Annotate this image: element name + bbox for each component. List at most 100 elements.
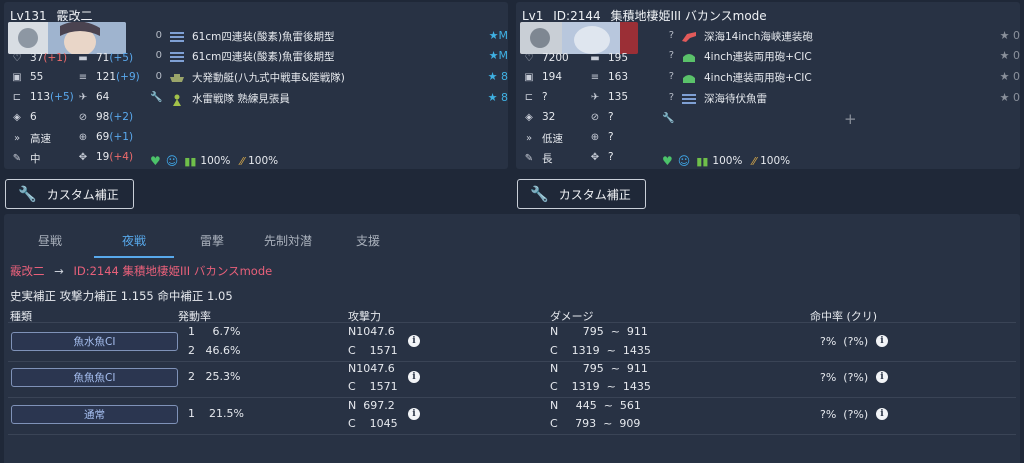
- active-tab-indicator: [94, 256, 174, 258]
- equipment-item[interactable]: 4inch連装両用砲+CIC: [682, 49, 812, 64]
- tab-support[interactable]: 支援: [328, 232, 408, 249]
- stat-value: 6: [30, 111, 37, 123]
- attacker-name: 霰改二: [56, 9, 93, 23]
- stat-evasion: ⊏?: [522, 91, 548, 103]
- tab-night-battle[interactable]: 夜戦: [94, 232, 174, 249]
- stat-modifier: (+2): [109, 111, 134, 123]
- rate-value: 2 25.3%: [188, 370, 241, 383]
- stat-modifier: (+4): [109, 151, 134, 163]
- attack-type-button[interactable]: 魚魚魚CI: [11, 368, 178, 387]
- heart-icon: ♥: [662, 154, 673, 168]
- attacker-level: Lv131: [10, 9, 47, 23]
- ammo-value: 100%: [760, 155, 791, 167]
- stat-los: ⊕?: [588, 131, 614, 143]
- defender-name: 集積地棲姫III バカンスmode: [610, 9, 767, 23]
- equipment-name: 深海14inch海峡連装砲: [704, 31, 813, 43]
- hit-value: ?% (?%): [820, 408, 869, 421]
- equipment-name: 4inch連装両用砲+CIC: [704, 72, 812, 84]
- stat-speed: » 高速: [10, 131, 51, 146]
- equipment-item[interactable]: 61cm四連装(酸素)魚雷後期型: [170, 49, 335, 64]
- defender-panel: Lv1 ID:2144 集積地棲姫III バカンスmode ♡ 7200 ▬ 195 ▣…: [516, 2, 1020, 169]
- stat-value: ?: [608, 111, 614, 123]
- tab-day-battle[interactable]: 昼戦: [10, 232, 90, 249]
- wrench-icon: 🔧: [530, 185, 549, 203]
- stat-value: 55: [30, 71, 44, 83]
- add-slot-icon[interactable]: +: [844, 110, 857, 128]
- slot-count: ?: [668, 92, 674, 103]
- arrow-icon: →: [54, 264, 64, 278]
- slot-count: ?: [668, 50, 674, 61]
- stat-hp: ♡ 7200: [522, 52, 569, 64]
- stat-torpedo: ≡ 121 (+9): [76, 71, 140, 83]
- equipment-item[interactable]: 深海14inch海峡連装砲: [682, 29, 813, 44]
- info-icon[interactable]: i: [876, 335, 888, 347]
- large-gun-icon: [682, 31, 696, 42]
- damage-value: C 1319 ~ 1435: [550, 344, 651, 357]
- info-icon[interactable]: i: [408, 335, 420, 347]
- defender-id: ID:2144: [553, 9, 601, 23]
- proficiency-stars: ★ 8: [487, 70, 508, 83]
- stat-range: ✎ 長: [522, 151, 553, 166]
- power-value: C 1045: [348, 417, 398, 430]
- attack-type-button[interactable]: 通常: [11, 405, 178, 424]
- stat-luck: ✥ 19 (+4): [76, 151, 133, 163]
- stat-modifier: (+5): [50, 91, 74, 103]
- custom-correction-label: カスタム補正: [558, 187, 631, 202]
- equipment-item[interactable]: 深海待伏魚雷: [682, 91, 767, 106]
- rate-value: 2 46.6%: [188, 344, 241, 357]
- torpedo-equip-icon: [170, 31, 184, 42]
- proficiency-stars: ★M: [488, 49, 508, 62]
- defender-portrait[interactable]: [520, 22, 638, 54]
- matchup-defender: ID:2144 集積地棲姫III バカンスmode: [73, 264, 273, 278]
- proficiency-stars: ★ 0: [999, 29, 1020, 42]
- wrench-icon: 🔧: [662, 113, 675, 124]
- slot-count: ?: [668, 71, 674, 82]
- stat-value: 32: [542, 111, 556, 123]
- attack-type-button[interactable]: 魚水魚CI: [11, 332, 178, 351]
- torpedo-icon: ≡: [78, 71, 88, 83]
- proficiency-stars: ★ 0: [999, 70, 1020, 83]
- stat-modifier: (+1): [43, 52, 68, 64]
- tab-torpedo[interactable]: 雷撃: [172, 232, 252, 249]
- divider: [8, 322, 1016, 323]
- secondary-gun-icon: [682, 73, 696, 83]
- stat-value: 121: [96, 71, 117, 83]
- proficiency-stars: ★ 0: [999, 49, 1020, 62]
- attacker-portrait[interactable]: [8, 22, 126, 54]
- info-icon[interactable]: i: [408, 408, 420, 420]
- equipment-item[interactable]: 大発動艇(八九式中戦車&陸戦隊): [170, 70, 345, 85]
- tab-opening-asw[interactable]: 先制対潜: [248, 232, 328, 249]
- equipment-item[interactable]: 4inch連装両用砲+CIC: [682, 70, 812, 85]
- damage-value: C 1319 ~ 1435: [550, 380, 651, 393]
- equipment-name: 大発動艇(八九式中戦車&陸戦隊): [192, 72, 345, 84]
- equipment-item[interactable]: 水雷戦隊 熟練見張員: [170, 91, 290, 106]
- morale-icon: ☺: [677, 154, 691, 168]
- aa-icon: ✈: [78, 91, 88, 103]
- stat-luck: ✥?: [588, 151, 614, 163]
- fuel-icon: ▮▮: [184, 154, 197, 168]
- stat-los: ⊕ 69 (+1): [76, 131, 133, 143]
- fuel-value: 100%: [712, 155, 743, 167]
- damage-value: N 795 ~ 911: [550, 362, 648, 375]
- stat-asw: ⊘ 98 (+2): [76, 111, 133, 123]
- equipment-item[interactable]: 61cm四連装(酸素)魚雷後期型: [170, 29, 335, 44]
- stat-value: 71: [96, 52, 110, 64]
- info-icon[interactable]: i: [876, 408, 888, 420]
- results-panel: 昼戦 夜戦 雷撃 先制対潜 支援 霰改二 → ID:2144 集積地棲姫III …: [4, 214, 1020, 463]
- slot-count: 0: [155, 50, 162, 61]
- stat-range: ✎ 中: [10, 151, 41, 166]
- stat-value: 135: [608, 91, 629, 103]
- proficiency-stars: ★ 0: [999, 91, 1020, 104]
- custom-correction-button-left[interactable]: 🔧 カスタム補正: [5, 179, 134, 209]
- custom-correction-button-right[interactable]: 🔧 カスタム補正: [517, 179, 646, 209]
- info-icon[interactable]: i: [876, 371, 888, 383]
- stat-value: 高速: [30, 133, 51, 145]
- info-icon[interactable]: i: [408, 371, 420, 383]
- equipment-name: 水雷戦隊 熟練見張員: [192, 93, 290, 105]
- power-value: C 1571: [348, 380, 398, 393]
- aircraft-icon: ◈: [13, 111, 21, 123]
- luck-icon: ✥: [78, 151, 88, 163]
- stat-aa: ✈ 135: [588, 91, 628, 103]
- aa-icon: ✈: [590, 91, 600, 103]
- stat-aa: ✈ 64: [76, 91, 110, 103]
